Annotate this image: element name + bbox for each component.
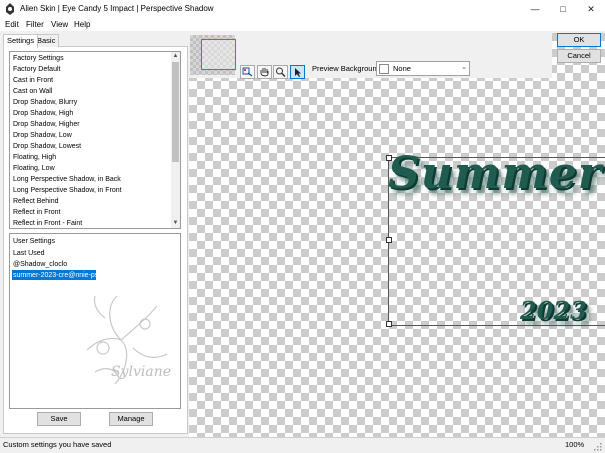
cancel-button[interactable]: Cancel [557,49,601,63]
zoom-level: 100% [565,440,585,449]
user-settings-header: User Settings [13,238,56,245]
list-item[interactable]: Reflect Behind [13,198,59,205]
factory-settings-header: Factory Settings [13,55,64,62]
list-item[interactable]: Drop Shadow, Blurry [13,99,77,106]
preview-background-label: Preview Background: [312,64,383,73]
manage-button[interactable]: Manage [109,412,153,426]
color-swatch [379,64,389,74]
save-button[interactable]: Save [37,412,81,426]
resize-handle[interactable] [386,237,392,243]
menu-help[interactable]: Help [74,20,90,29]
scrollbar-thumb[interactable] [172,62,179,162]
list-item[interactable]: Reflect in Front - Faint [13,220,82,227]
list-item[interactable]: Long Perspective Shadow, in Back [13,176,121,183]
list-item[interactable]: Long Perspective Shadow, in Front [13,187,122,194]
preview-background-select[interactable]: None ⌄ [376,61,470,76]
menu-bar [0,18,605,31]
list-item[interactable]: Floating, Low [13,165,55,172]
factory-list-scrollbar[interactable]: ▲ ▼ [171,52,180,228]
maximize-icon[interactable]: □ [549,0,577,18]
app-icon [6,3,14,15]
resize-grip-icon[interactable] [593,442,602,451]
ok-button[interactable]: OK [557,33,601,47]
factory-settings-list[interactable]: Factory Settings Factory Default Cast in… [9,51,181,229]
list-item[interactable]: Drop Shadow, Low [13,132,72,139]
list-item[interactable]: Reflect in Front [13,209,60,216]
list-item[interactable]: Factory Default [13,66,60,73]
window-title: Alien Skin | Eye Candy 5 Impact | Perspe… [20,4,214,13]
list-item[interactable]: Drop Shadow, Higher [13,121,80,128]
select-tool-icon[interactable] [290,65,305,79]
watermark-text: Sylviane [111,364,171,380]
list-item[interactable]: Last Used [13,250,45,257]
watermark-logo: Sylviane [86,295,171,385]
minimize-icon[interactable]: — [521,0,549,18]
list-item[interactable]: Cast in Front [13,77,53,84]
navigator-tool-icon[interactable] [240,65,255,79]
menu-filter[interactable]: Filter [26,20,44,29]
menu-view[interactable]: View [51,20,68,29]
chevron-down-icon: ⌄ [461,64,467,71]
list-item[interactable]: Drop Shadow, High [13,110,73,117]
menu-edit[interactable]: Edit [5,20,19,29]
navigator-viewport-rect[interactable] [201,39,236,70]
list-item[interactable]: @Shadow_cloclo [13,261,67,268]
preview-text-year: 2023 [520,296,587,325]
list-item[interactable]: Drop Shadow, Lowest [13,143,81,150]
hand-tool-icon[interactable] [257,65,272,79]
list-item[interactable]: Cast on Wall [13,88,52,95]
scroll-up-icon[interactable]: ▲ [171,52,180,61]
list-item[interactable]: Floating, High [13,154,56,161]
tab-settings[interactable]: Settings [3,34,39,48]
scroll-down-icon[interactable]: ▼ [171,219,180,228]
list-item-selected[interactable]: summer-2023-cre@nnie-ps [13,272,98,279]
close-icon[interactable]: ✕ [577,0,605,18]
status-message: Custom settings you have saved [3,440,112,449]
preview-text-summer: Summer [388,148,603,199]
preview-background-value: None [393,64,411,73]
zoom-tool-icon[interactable] [273,65,288,79]
resize-handle[interactable] [386,321,392,327]
